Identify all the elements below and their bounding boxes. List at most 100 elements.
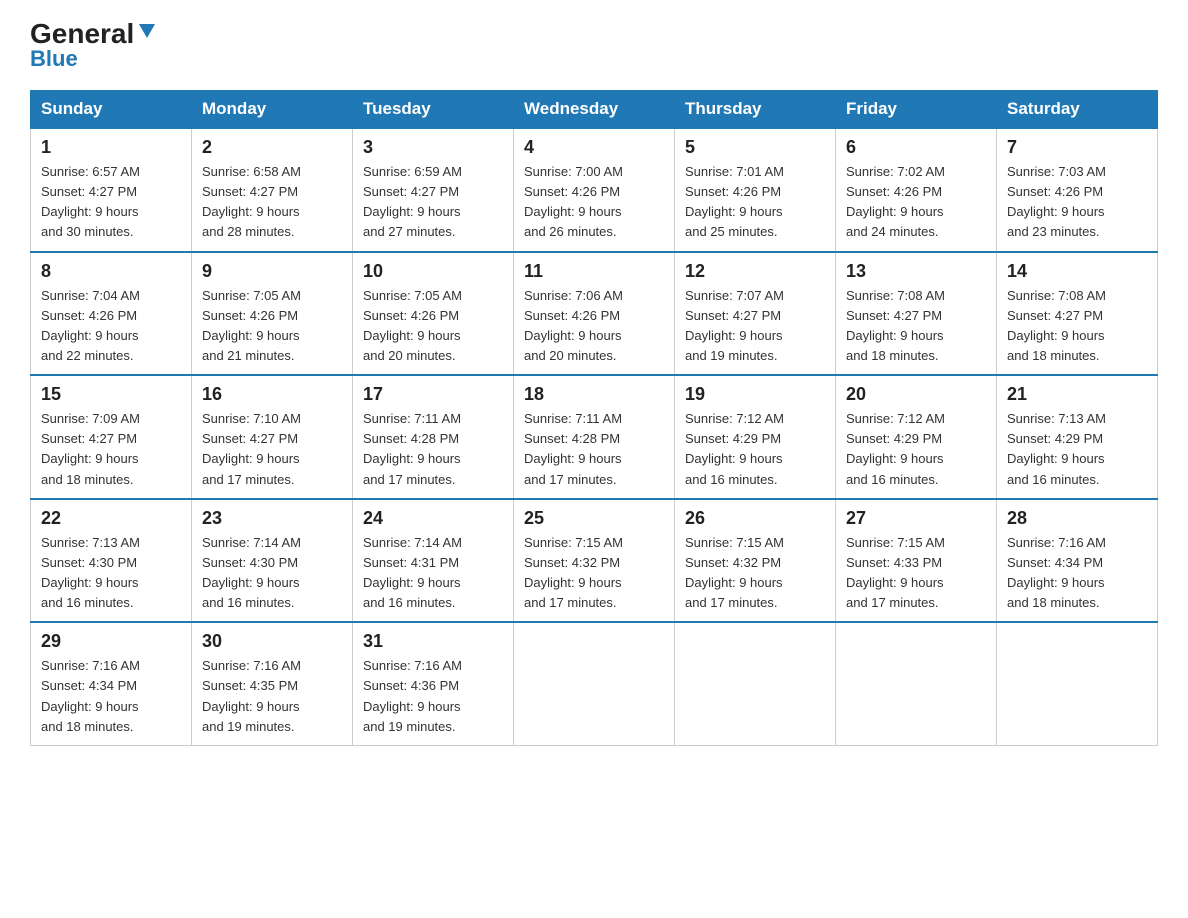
col-header-monday: Monday (192, 91, 353, 129)
calendar-cell: 24 Sunrise: 7:14 AM Sunset: 4:31 PM Dayl… (353, 499, 514, 623)
day-info: Sunrise: 7:16 AM Sunset: 4:34 PM Dayligh… (1007, 533, 1147, 614)
calendar-cell: 29 Sunrise: 7:16 AM Sunset: 4:34 PM Dayl… (31, 622, 192, 745)
day-info: Sunrise: 7:05 AM Sunset: 4:26 PM Dayligh… (202, 286, 342, 367)
day-number: 17 (363, 384, 503, 405)
day-info: Sunrise: 7:14 AM Sunset: 4:31 PM Dayligh… (363, 533, 503, 614)
calendar-cell: 4 Sunrise: 7:00 AM Sunset: 4:26 PM Dayli… (514, 128, 675, 252)
day-number: 13 (846, 261, 986, 282)
day-number: 12 (685, 261, 825, 282)
day-number: 11 (524, 261, 664, 282)
calendar-week-row: 8 Sunrise: 7:04 AM Sunset: 4:26 PM Dayli… (31, 252, 1158, 376)
day-number: 24 (363, 508, 503, 529)
day-number: 16 (202, 384, 342, 405)
day-number: 27 (846, 508, 986, 529)
calendar-cell: 10 Sunrise: 7:05 AM Sunset: 4:26 PM Dayl… (353, 252, 514, 376)
calendar-cell: 8 Sunrise: 7:04 AM Sunset: 4:26 PM Dayli… (31, 252, 192, 376)
calendar-cell (997, 622, 1158, 745)
day-info: Sunrise: 7:03 AM Sunset: 4:26 PM Dayligh… (1007, 162, 1147, 243)
calendar-cell: 28 Sunrise: 7:16 AM Sunset: 4:34 PM Dayl… (997, 499, 1158, 623)
day-number: 20 (846, 384, 986, 405)
day-number: 23 (202, 508, 342, 529)
day-number: 10 (363, 261, 503, 282)
calendar-cell: 7 Sunrise: 7:03 AM Sunset: 4:26 PM Dayli… (997, 128, 1158, 252)
day-info: Sunrise: 7:16 AM Sunset: 4:36 PM Dayligh… (363, 656, 503, 737)
calendar-cell: 5 Sunrise: 7:01 AM Sunset: 4:26 PM Dayli… (675, 128, 836, 252)
col-header-sunday: Sunday (31, 91, 192, 129)
day-info: Sunrise: 7:13 AM Sunset: 4:30 PM Dayligh… (41, 533, 181, 614)
day-number: 9 (202, 261, 342, 282)
calendar-cell: 25 Sunrise: 7:15 AM Sunset: 4:32 PM Dayl… (514, 499, 675, 623)
calendar-cell: 1 Sunrise: 6:57 AM Sunset: 4:27 PM Dayli… (31, 128, 192, 252)
day-number: 19 (685, 384, 825, 405)
day-info: Sunrise: 7:15 AM Sunset: 4:33 PM Dayligh… (846, 533, 986, 614)
calendar-week-row: 15 Sunrise: 7:09 AM Sunset: 4:27 PM Dayl… (31, 375, 1158, 499)
day-number: 15 (41, 384, 181, 405)
calendar-week-row: 22 Sunrise: 7:13 AM Sunset: 4:30 PM Dayl… (31, 499, 1158, 623)
calendar-cell: 19 Sunrise: 7:12 AM Sunset: 4:29 PM Dayl… (675, 375, 836, 499)
day-info: Sunrise: 7:12 AM Sunset: 4:29 PM Dayligh… (846, 409, 986, 490)
day-number: 21 (1007, 384, 1147, 405)
day-number: 8 (41, 261, 181, 282)
col-header-thursday: Thursday (675, 91, 836, 129)
calendar-cell: 11 Sunrise: 7:06 AM Sunset: 4:26 PM Dayl… (514, 252, 675, 376)
day-number: 3 (363, 137, 503, 158)
day-info: Sunrise: 6:59 AM Sunset: 4:27 PM Dayligh… (363, 162, 503, 243)
day-number: 14 (1007, 261, 1147, 282)
calendar-cell: 9 Sunrise: 7:05 AM Sunset: 4:26 PM Dayli… (192, 252, 353, 376)
calendar-cell: 31 Sunrise: 7:16 AM Sunset: 4:36 PM Dayl… (353, 622, 514, 745)
day-number: 29 (41, 631, 181, 652)
day-number: 18 (524, 384, 664, 405)
day-info: Sunrise: 7:14 AM Sunset: 4:30 PM Dayligh… (202, 533, 342, 614)
day-info: Sunrise: 6:57 AM Sunset: 4:27 PM Dayligh… (41, 162, 181, 243)
day-info: Sunrise: 7:01 AM Sunset: 4:26 PM Dayligh… (685, 162, 825, 243)
day-number: 2 (202, 137, 342, 158)
day-number: 5 (685, 137, 825, 158)
calendar-cell: 18 Sunrise: 7:11 AM Sunset: 4:28 PM Dayl… (514, 375, 675, 499)
day-number: 31 (363, 631, 503, 652)
calendar-cell: 22 Sunrise: 7:13 AM Sunset: 4:30 PM Dayl… (31, 499, 192, 623)
day-info: Sunrise: 7:11 AM Sunset: 4:28 PM Dayligh… (524, 409, 664, 490)
day-number: 28 (1007, 508, 1147, 529)
day-info: Sunrise: 7:15 AM Sunset: 4:32 PM Dayligh… (524, 533, 664, 614)
day-info: Sunrise: 7:10 AM Sunset: 4:27 PM Dayligh… (202, 409, 342, 490)
col-header-friday: Friday (836, 91, 997, 129)
calendar-cell: 30 Sunrise: 7:16 AM Sunset: 4:35 PM Dayl… (192, 622, 353, 745)
day-number: 30 (202, 631, 342, 652)
calendar-cell (675, 622, 836, 745)
day-info: Sunrise: 7:05 AM Sunset: 4:26 PM Dayligh… (363, 286, 503, 367)
calendar-cell: 2 Sunrise: 6:58 AM Sunset: 4:27 PM Dayli… (192, 128, 353, 252)
calendar-week-row: 29 Sunrise: 7:16 AM Sunset: 4:34 PM Dayl… (31, 622, 1158, 745)
day-info: Sunrise: 7:16 AM Sunset: 4:35 PM Dayligh… (202, 656, 342, 737)
day-info: Sunrise: 7:13 AM Sunset: 4:29 PM Dayligh… (1007, 409, 1147, 490)
day-number: 25 (524, 508, 664, 529)
day-info: Sunrise: 7:08 AM Sunset: 4:27 PM Dayligh… (1007, 286, 1147, 367)
calendar-table: SundayMondayTuesdayWednesdayThursdayFrid… (30, 90, 1158, 746)
calendar-cell: 6 Sunrise: 7:02 AM Sunset: 4:26 PM Dayli… (836, 128, 997, 252)
day-number: 4 (524, 137, 664, 158)
day-info: Sunrise: 7:06 AM Sunset: 4:26 PM Dayligh… (524, 286, 664, 367)
day-number: 7 (1007, 137, 1147, 158)
day-info: Sunrise: 6:58 AM Sunset: 4:27 PM Dayligh… (202, 162, 342, 243)
calendar-cell: 16 Sunrise: 7:10 AM Sunset: 4:27 PM Dayl… (192, 375, 353, 499)
day-info: Sunrise: 7:09 AM Sunset: 4:27 PM Dayligh… (41, 409, 181, 490)
logo-general-text: General (30, 20, 134, 48)
calendar-cell: 21 Sunrise: 7:13 AM Sunset: 4:29 PM Dayl… (997, 375, 1158, 499)
day-info: Sunrise: 7:04 AM Sunset: 4:26 PM Dayligh… (41, 286, 181, 367)
calendar-cell (514, 622, 675, 745)
day-info: Sunrise: 7:11 AM Sunset: 4:28 PM Dayligh… (363, 409, 503, 490)
calendar-cell (836, 622, 997, 745)
day-info: Sunrise: 7:08 AM Sunset: 4:27 PM Dayligh… (846, 286, 986, 367)
page-header: General Blue (30, 20, 1158, 72)
day-number: 22 (41, 508, 181, 529)
day-info: Sunrise: 7:15 AM Sunset: 4:32 PM Dayligh… (685, 533, 825, 614)
day-number: 1 (41, 137, 181, 158)
calendar-header-row: SundayMondayTuesdayWednesdayThursdayFrid… (31, 91, 1158, 129)
calendar-cell: 27 Sunrise: 7:15 AM Sunset: 4:33 PM Dayl… (836, 499, 997, 623)
day-info: Sunrise: 7:02 AM Sunset: 4:26 PM Dayligh… (846, 162, 986, 243)
logo: General Blue (30, 20, 158, 72)
calendar-cell: 14 Sunrise: 7:08 AM Sunset: 4:27 PM Dayl… (997, 252, 1158, 376)
day-number: 6 (846, 137, 986, 158)
calendar-cell: 20 Sunrise: 7:12 AM Sunset: 4:29 PM Dayl… (836, 375, 997, 499)
logo-blue-text: Blue (30, 46, 78, 72)
calendar-cell: 3 Sunrise: 6:59 AM Sunset: 4:27 PM Dayli… (353, 128, 514, 252)
